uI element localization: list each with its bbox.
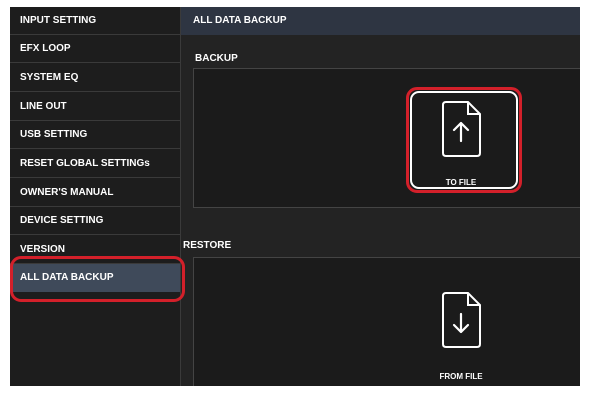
download-file-icon: [442, 292, 481, 348]
sidebar-item-efx-loop[interactable]: EFX LOOP: [10, 35, 180, 63]
restore-section-label: RESTORE: [183, 240, 232, 251]
sidebar-item-system-eq[interactable]: SYSTEM EQ: [10, 64, 180, 92]
selected-item-highlight: [10, 256, 185, 302]
sidebar-item-line-out[interactable]: LINE OUT: [10, 93, 180, 121]
app-window: INPUT SETTING EFX LOOP SYSTEM EQ LINE OU…: [10, 7, 580, 386]
backup-section-label: BACKUP: [195, 53, 238, 64]
sidebar-item-owners-manual[interactable]: OWNER'S MANUAL: [10, 179, 180, 207]
sidebar-item-reset-global-settings[interactable]: RESET GLOBAL SETTINGs: [10, 150, 180, 178]
restore-panel: FROM FILE: [193, 257, 580, 386]
from-file-button[interactable]: FROM FILE: [416, 280, 506, 381]
sidebar-item-device-setting[interactable]: DEVICE SETTING: [10, 207, 180, 235]
from-file-label: FROM FILE: [439, 372, 483, 381]
page-title: ALL DATA BACKUP: [181, 7, 580, 35]
sidebar-item-input-setting[interactable]: INPUT SETTING: [10, 7, 180, 35]
to-file-selection-frame: [410, 91, 518, 189]
sidebar-item-usb-setting[interactable]: USB SETTING: [10, 121, 180, 149]
sidebar: INPUT SETTING EFX LOOP SYSTEM EQ LINE OU…: [10, 7, 181, 386]
